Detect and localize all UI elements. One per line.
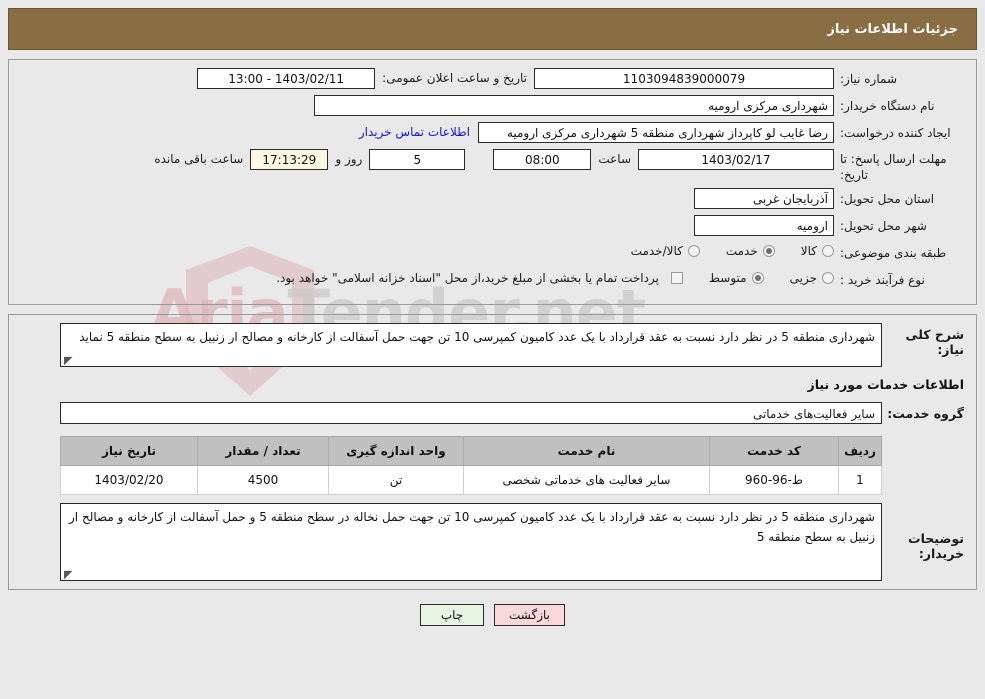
row-city: شهر محل تحویل: ارومیه xyxy=(19,215,966,237)
col-name: نام خدمت xyxy=(463,436,710,467)
countdown-field: 17:13:29 xyxy=(250,149,329,170)
service-group-label: گروه خدمت: xyxy=(887,405,964,421)
announce-datetime-field: 1403/02/11 - 13:00 xyxy=(197,68,376,89)
row-category: طبقه بندی موضوعی: کالا خدمت کالا/خدمت xyxy=(19,242,966,264)
radio-icon[interactable] xyxy=(822,245,834,258)
row-deadline: مهلت ارسال پاسخ: تا تاریخ: 1403/02/17 سا… xyxy=(19,149,966,183)
buyer-contact-link[interactable]: اطلاعات تماس خریدار xyxy=(351,122,478,139)
category-option-khedmat[interactable]: خدمت xyxy=(726,244,775,258)
deadline-label: مهلت ارسال پاسخ: تا تاریخ: xyxy=(840,152,947,182)
remaining-days-field: 5 xyxy=(369,149,466,170)
radio-icon-selected[interactable] xyxy=(751,272,764,285)
checkbox-icon[interactable] xyxy=(670,272,683,285)
col-unit: واحد اندازه گیری xyxy=(328,436,464,467)
table-header-row: ردیف کد خدمت نام خدمت واحد اندازه گیری ت… xyxy=(60,436,882,467)
col-need-date: تاریخ نیاز xyxy=(60,436,198,467)
need-description-text: شهرداری منطقه 5 در نظر دارد نسبت به عقد … xyxy=(79,330,875,345)
process-option-motavaset[interactable]: متوسط xyxy=(709,271,764,285)
category-label: طبقه بندی موضوعی: xyxy=(840,246,947,261)
row-province: استان محل تحویل: آذربایجان غربی xyxy=(19,188,966,210)
process-option-label: متوسط xyxy=(708,271,747,286)
category-option-kala-khedmat[interactable]: کالا/خدمت xyxy=(631,244,700,258)
cell-code: ط-96-960 xyxy=(709,465,839,496)
print-button[interactable]: چاپ xyxy=(420,604,484,627)
process-option-jozi[interactable]: جزیی xyxy=(790,271,834,285)
services-section-title: اطلاعات خدمات مورد نیاز xyxy=(807,377,965,393)
days-label: روز و xyxy=(335,152,363,166)
treasury-bond-label: پرداخت تمام یا بخشی از مبلغ خرید،از محل … xyxy=(276,271,659,286)
row-need-description: شرح کلی نیاز: شهرداری منطقه 5 در نظر دار… xyxy=(19,323,966,368)
remaining-hours-label: ساعت باقی مانده xyxy=(154,152,244,166)
category-option-label: کالا/خدمت xyxy=(630,244,683,259)
row-process-type: نوع فرآیند خرید : جزیی متوسط پرداخت تمام… xyxy=(19,269,966,291)
row-buyer-org: نام دستگاه خریدار: شهرداری مرکزی ارومیه xyxy=(19,95,966,117)
page-title: جزئیات اطلاعات نیاز xyxy=(827,21,958,37)
resize-grip-icon[interactable]: ◥ xyxy=(64,354,73,366)
radio-icon[interactable] xyxy=(822,272,834,285)
back-button[interactable]: بازگشت xyxy=(494,604,565,627)
process-radio-group: جزیی متوسط پرداخت تمام یا بخشی از مبلغ خ… xyxy=(250,269,834,285)
row-need-number: شماره نیاز: 1103094839000079 تاریخ و ساع… xyxy=(19,68,966,90)
row-buyer-notes: توضیحات خریدار: شهرداری منطقه 5 در نظر د… xyxy=(19,503,966,582)
radio-icon-selected[interactable] xyxy=(762,245,775,258)
need-description-label: شرح کلی نیاز: xyxy=(905,327,964,358)
resize-grip-icon[interactable]: ◥ xyxy=(64,568,73,580)
cell-need-date: 1403/02/20 xyxy=(60,465,198,496)
footer-actions: بازگشت چاپ xyxy=(0,604,985,627)
row-request-creator: ایجاد کننده درخواست: رضا غایب لو کاپرداز… xyxy=(19,122,966,144)
buyer-notes-label: توضیحات خریدار: xyxy=(908,531,964,562)
creator-field: رضا غایب لو کاپرداز شهرداری منطقه 5 شهرد… xyxy=(478,122,834,143)
buyer-org-field: شهرداری مرکزی ارومیه xyxy=(314,95,834,116)
need-number-field: 1103094839000079 xyxy=(534,68,834,89)
service-group-field: سایر فعالیت‌های خدماتی xyxy=(60,402,882,425)
buyer-notes-textarea[interactable]: شهرداری منطقه 5 در نظر دارد نسبت به عقد … xyxy=(60,503,882,582)
row-service-group: گروه خدمت: سایر فعالیت‌های خدماتی xyxy=(19,402,966,425)
category-option-label: کالا xyxy=(800,244,817,259)
need-info-panel: شماره نیاز: 1103094839000079 تاریخ و ساع… xyxy=(8,59,977,306)
category-radio-group: کالا خدمت کالا/خدمت xyxy=(605,242,834,258)
category-option-label: خدمت xyxy=(725,244,758,259)
col-code: کد خدمت xyxy=(709,436,839,467)
deadline-hour-label: ساعت xyxy=(598,152,631,166)
process-label: نوع فرآیند خرید : xyxy=(840,273,925,288)
creator-label: ایجاد کننده درخواست: xyxy=(840,126,951,140)
need-number-label: شماره نیاز: xyxy=(840,72,897,86)
buyer-notes-text: شهرداری منطقه 5 در نظر دارد نسبت به عقد … xyxy=(69,510,875,544)
cell-quantity: 4500 xyxy=(197,465,329,496)
province-label: استان محل تحویل: xyxy=(840,192,935,207)
cell-name: سایر فعالیت های خدماتی شخصی xyxy=(463,465,710,496)
treasury-bond-checkbox[interactable]: پرداخت تمام یا بخشی از مبلغ خرید،از محل … xyxy=(276,271,683,285)
page-header: جزئیات اطلاعات نیاز xyxy=(8,8,977,50)
province-field: آذربایجان غربی xyxy=(694,188,834,210)
process-option-label: جزیی xyxy=(789,271,817,286)
need-description-textarea[interactable]: شهرداری منطقه 5 در نظر دارد نسبت به عقد … xyxy=(60,323,882,368)
services-table: ردیف کد خدمت نام خدمت واحد اندازه گیری ت… xyxy=(60,436,882,496)
table-row: 1 ط-96-960 سایر فعالیت های خدماتی شخصی ت… xyxy=(60,465,882,496)
city-label: شهر محل تحویل: xyxy=(840,219,927,234)
deadline-hour-field: 08:00 xyxy=(493,149,592,170)
deadline-date-field: 1403/02/17 xyxy=(638,149,834,170)
radio-icon[interactable] xyxy=(687,245,700,258)
city-field: ارومیه xyxy=(694,215,834,237)
col-row: ردیف xyxy=(838,436,882,467)
cell-row: 1 xyxy=(838,465,882,496)
cell-unit: تن xyxy=(328,465,464,496)
announce-label: تاریخ و ساعت اعلان عمومی: xyxy=(382,71,527,85)
buyer-org-label: نام دستگاه خریدار: xyxy=(840,99,935,113)
services-panel: شرح کلی نیاز: شهرداری منطقه 5 در نظر دار… xyxy=(8,314,977,591)
col-quantity: تعداد / مقدار xyxy=(197,436,329,467)
category-option-kala[interactable]: کالا xyxy=(801,244,834,258)
